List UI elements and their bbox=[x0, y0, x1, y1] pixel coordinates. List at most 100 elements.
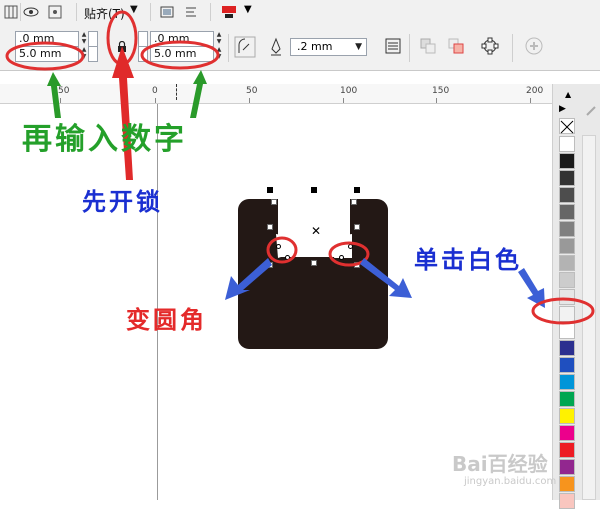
spinner-icon[interactable]: ▲ ▼ bbox=[215, 46, 223, 62]
color-swatch[interactable] bbox=[559, 340, 575, 356]
eyedropper-icon[interactable] bbox=[585, 102, 597, 121]
corner-toggle[interactable] bbox=[88, 46, 98, 62]
color-swatch[interactable] bbox=[559, 357, 575, 373]
corner-node[interactable] bbox=[285, 255, 290, 260]
grid-icon[interactable] bbox=[2, 3, 20, 21]
chevron-down-icon: ▼ bbox=[355, 42, 362, 52]
ruler-tick bbox=[155, 98, 156, 103]
annotation-round-corner: 变圆角 bbox=[126, 305, 207, 334]
color-swatch[interactable] bbox=[559, 493, 575, 509]
corner-node[interactable] bbox=[348, 244, 353, 249]
color-swatch[interactable] bbox=[559, 255, 575, 271]
spinner-icon[interactable]: ▲ ▼ bbox=[80, 31, 88, 47]
color-swatch[interactable] bbox=[559, 476, 575, 492]
ruler-tick bbox=[249, 98, 250, 103]
color-swatch[interactable] bbox=[559, 306, 575, 322]
align-icon[interactable] bbox=[182, 3, 200, 21]
toolbar-divider bbox=[228, 34, 229, 62]
snap-dropdown-icon[interactable]: ▼ bbox=[130, 4, 138, 15]
add-icon[interactable] bbox=[524, 36, 546, 58]
lock-icon[interactable] bbox=[116, 38, 128, 52]
corner-scale-icon[interactable] bbox=[234, 36, 256, 58]
ruler-label: 50 bbox=[246, 86, 258, 96]
color-swatch[interactable] bbox=[559, 187, 575, 203]
palette-scrollbar[interactable] bbox=[582, 135, 596, 500]
convert-to-curves-icon[interactable] bbox=[480, 36, 502, 58]
ruler-label: 0 bbox=[152, 86, 158, 96]
corner-toggle[interactable] bbox=[138, 46, 148, 62]
selection-handle[interactable] bbox=[354, 262, 360, 268]
center-mark-icon: ✕ bbox=[311, 224, 322, 238]
color-swatch[interactable] bbox=[559, 153, 575, 169]
top-toolbar: 贴齐(T) ▼ ▼ bbox=[0, 0, 600, 25]
color-swatch[interactable] bbox=[559, 323, 575, 339]
ruler-label: 50 bbox=[58, 86, 70, 96]
color-swatch[interactable] bbox=[559, 391, 575, 407]
chevron-down-icon[interactable]: ▼ bbox=[244, 4, 252, 15]
color-swatch[interactable] bbox=[559, 459, 575, 475]
color-swatch[interactable] bbox=[559, 425, 575, 441]
color-swatch[interactable] bbox=[559, 136, 575, 152]
selection-handle[interactable] bbox=[354, 187, 360, 193]
color-swatch[interactable] bbox=[559, 442, 575, 458]
color-swatch[interactable] bbox=[559, 289, 575, 305]
ruler-tick bbox=[60, 98, 61, 103]
corner-bottom-left-field[interactable]: 5.0 mm bbox=[15, 46, 79, 62]
corner-node[interactable] bbox=[276, 244, 281, 249]
palette-menu-icon[interactable]: ▲ bbox=[565, 90, 571, 99]
spinner-icon[interactable]: ▲ ▼ bbox=[80, 46, 88, 62]
ruler-label: 150 bbox=[432, 86, 450, 96]
color-swatch[interactable] bbox=[559, 408, 575, 424]
no-color-swatch[interactable] bbox=[559, 118, 575, 134]
color-swatch[interactable] bbox=[559, 221, 575, 237]
color-swatch[interactable] bbox=[559, 272, 575, 288]
annotation-unlock-first: 先开锁 bbox=[82, 187, 163, 216]
color-swatch[interactable] bbox=[559, 170, 575, 186]
ruler-label: 200 bbox=[526, 86, 544, 96]
corner-toggle[interactable] bbox=[88, 31, 98, 47]
selection-handle[interactable] bbox=[311, 187, 317, 193]
corner-toggle[interactable] bbox=[138, 31, 148, 47]
wrap-text-icon[interactable] bbox=[383, 36, 405, 58]
outline-width-value: .2 mm bbox=[297, 40, 333, 53]
toolbar-divider bbox=[150, 3, 151, 21]
snap-to-menu[interactable]: 贴齐(T) bbox=[84, 5, 125, 22]
selection-handle[interactable] bbox=[311, 260, 317, 266]
ruler-label: 100 bbox=[340, 86, 358, 96]
to-back-icon[interactable] bbox=[446, 36, 468, 58]
spinner-icon[interactable]: ▲ ▼ bbox=[215, 31, 223, 47]
to-front-icon[interactable] bbox=[418, 36, 440, 58]
selection-handle[interactable] bbox=[271, 199, 277, 205]
toolbar-divider bbox=[210, 3, 211, 21]
selection-handle[interactable] bbox=[351, 199, 357, 205]
toolbar-divider bbox=[409, 34, 410, 62]
annotation-enter-number: 再输入数字 bbox=[22, 122, 187, 157]
selection-handle[interactable] bbox=[267, 224, 273, 230]
annotation-click-white: 单击白色 bbox=[414, 245, 522, 274]
selection-handle[interactable] bbox=[354, 224, 360, 230]
color-swatch[interactable] bbox=[559, 374, 575, 390]
corner-bottom-right-field[interactable]: 5.0 mm bbox=[150, 46, 214, 62]
ruler-tick bbox=[436, 98, 437, 103]
wireframe-icon[interactable] bbox=[46, 3, 64, 21]
corner-top-right-field[interactable]: .0 mm bbox=[150, 31, 214, 47]
selection-handle[interactable] bbox=[267, 262, 273, 268]
selection-handle[interactable] bbox=[267, 187, 273, 193]
color-swatch[interactable] bbox=[559, 204, 575, 220]
watermark-url: jingyan.baidu.com bbox=[464, 476, 557, 487]
ruler-cursor-marker bbox=[176, 84, 178, 100]
toolbar-divider bbox=[20, 3, 21, 21]
color-swatch[interactable] bbox=[559, 238, 575, 254]
toolbar-divider bbox=[76, 3, 77, 21]
outline-pen-icon[interactable] bbox=[268, 37, 290, 59]
outline-width-select[interactable]: .2 mm ▼ bbox=[290, 38, 367, 56]
view-icon[interactable] bbox=[22, 3, 40, 21]
watermark: Bai百经验 bbox=[452, 452, 548, 476]
palette-flyout-icon[interactable]: ▶ bbox=[559, 104, 566, 114]
corner-top-left-field[interactable]: .0 mm bbox=[15, 31, 79, 47]
horizontal-ruler[interactable]: 50 0 50 100 150 200 bbox=[0, 84, 552, 104]
color-swatch-icon[interactable] bbox=[220, 3, 238, 21]
options-icon[interactable] bbox=[158, 3, 176, 21]
corner-node[interactable] bbox=[339, 255, 344, 260]
ruler-tick bbox=[343, 98, 344, 103]
